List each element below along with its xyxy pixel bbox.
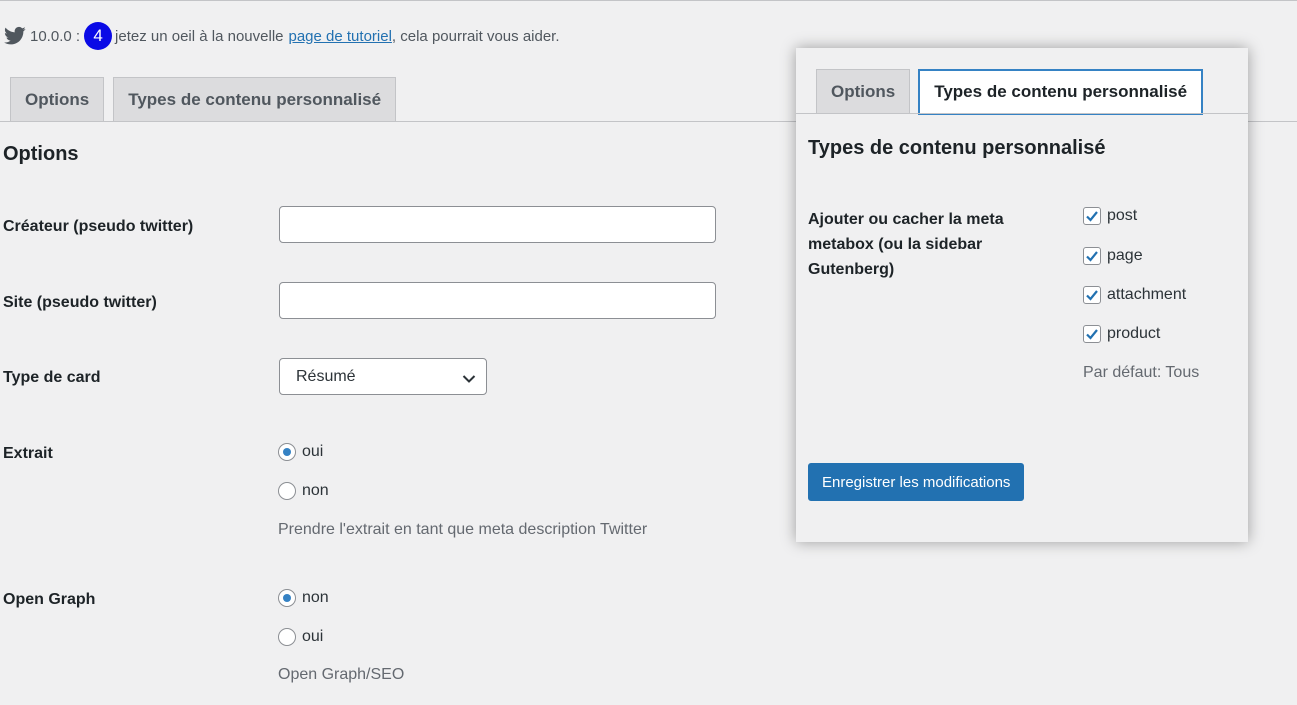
tab-custom-post-types[interactable]: Types de contenu personnalisé <box>113 77 397 121</box>
creator-label: Créateur (pseudo twitter) <box>3 218 194 235</box>
radio-label: non <box>302 482 329 499</box>
checkbox-checked-icon[interactable] <box>1083 286 1101 304</box>
checkbox-page[interactable]: page <box>1083 247 1143 265</box>
site-label: Site (pseudo twitter) <box>3 294 157 311</box>
custom-post-types-panel: Options Types de contenu personnalisé Ty… <box>796 48 1248 542</box>
card-type-label: Type de card <box>3 369 101 386</box>
opengraph-option-oui[interactable]: oui <box>278 628 323 646</box>
radio-unchecked-icon[interactable] <box>278 482 296 500</box>
checkbox-attachment[interactable]: attachment <box>1083 286 1186 304</box>
notice-text-after: , cela pourrait vous aider. <box>391 27 560 45</box>
card-type-select[interactable]: Résumé <box>279 358 487 395</box>
card-type-value: Résumé <box>296 367 356 385</box>
checkbox-label: page <box>1107 247 1143 264</box>
radio-label: non <box>302 589 329 606</box>
panel-title: Types de contenu personnalisé <box>808 137 1106 159</box>
tutorial-link[interactable]: page de tutoriel <box>289 28 392 45</box>
tab-options[interactable]: Options <box>10 77 105 121</box>
panel-tabs: Options Types de contenu personnalisé <box>816 69 1211 115</box>
panel-tab-options[interactable]: Options <box>816 69 911 113</box>
chevron-down-icon <box>462 371 476 383</box>
metabox-label: Ajouter ou cacher la meta metabox (ou la… <box>808 211 1004 278</box>
notice-text: jetez un oeil à la nouvelle <box>115 27 284 45</box>
checkbox-post[interactable]: post <box>1083 207 1137 225</box>
excerpt-option-oui[interactable]: oui <box>278 443 323 461</box>
default-text: Par défaut: Tous <box>1083 364 1200 381</box>
main-tabs: Options Types de contenu personnalisé <box>10 77 405 121</box>
site-input[interactable] <box>279 282 716 319</box>
radio-label: oui <box>302 443 324 460</box>
checkbox-checked-icon[interactable] <box>1083 247 1101 265</box>
panel-tab-divider <box>796 113 1248 114</box>
plugin-notice: 10.0.0 : 4 jetez un oeil à la nouvelle p… <box>3 22 560 50</box>
excerpt-label: Extrait <box>3 445 53 462</box>
twitter-bird-icon <box>3 26 26 46</box>
radio-checked-icon[interactable] <box>278 589 296 607</box>
save-changes-button[interactable]: Enregistrer les modifications <box>808 463 1025 501</box>
checkbox-label: post <box>1107 207 1138 224</box>
panel-tab-custom-post-types[interactable]: Types de contenu personnalisé <box>918 69 1204 115</box>
opengraph-label: Open Graph <box>3 591 96 608</box>
excerpt-option-non[interactable]: non <box>278 482 329 500</box>
plugin-version: 10.0.0 : <box>30 27 81 45</box>
checkbox-product[interactable]: product <box>1083 325 1160 343</box>
checkbox-label: attachment <box>1107 286 1187 303</box>
opengraph-option-non[interactable]: non <box>278 589 329 607</box>
top-border <box>0 0 1297 1</box>
creator-input[interactable] <box>279 206 716 243</box>
radio-checked-icon[interactable] <box>278 443 296 461</box>
radio-unchecked-icon[interactable] <box>278 628 296 646</box>
checkbox-checked-icon[interactable] <box>1083 207 1101 225</box>
checkbox-checked-icon[interactable] <box>1083 325 1101 343</box>
checkbox-label: product <box>1107 325 1161 342</box>
excerpt-description: Prendre l'extrait en tant que meta descr… <box>278 521 648 538</box>
section-title: Options <box>3 143 79 165</box>
radio-label: oui <box>302 628 324 645</box>
notification-badge: 4 <box>84 22 113 50</box>
opengraph-description: Open Graph/SEO <box>278 666 405 683</box>
